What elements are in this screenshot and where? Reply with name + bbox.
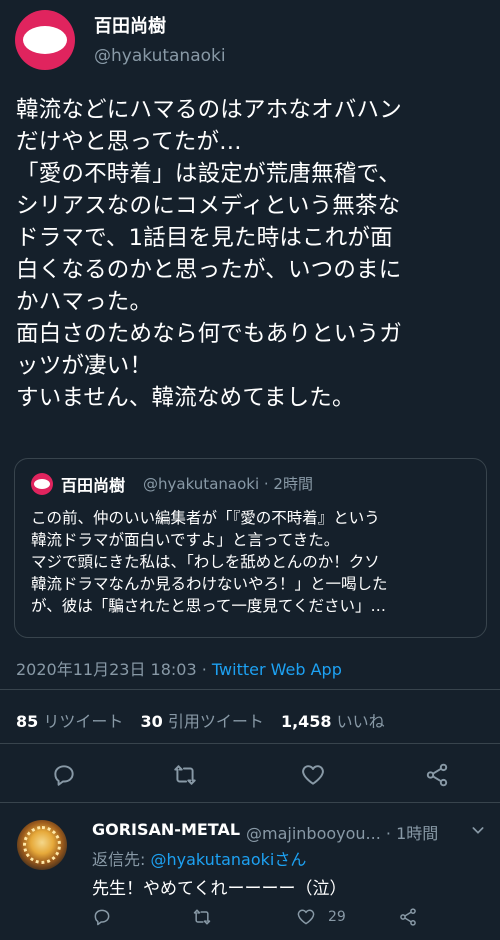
like-icon[interactable] [296,907,316,927]
tweet-timestamp: 2020年11月23日 18:03 · Twitter Web App [16,656,342,680]
likes-label[interactable]: いいね [337,712,385,731]
reply-icon[interactable] [92,907,112,927]
quoted-tweet[interactable]: 百田尚樹 @hyakutanaoki · 2時間 この前、仲のいい編集者が「『愛… [14,458,487,638]
quotes-label[interactable]: 引用ツイート [168,712,264,731]
tweet-actions [0,758,500,792]
retweet-icon[interactable] [192,907,212,927]
reply-to-suffix: さん [274,850,307,869]
like-icon[interactable] [300,762,326,788]
share-icon[interactable] [398,907,418,927]
chevron-down-icon[interactable] [470,822,486,838]
tweet-text: 韓流などにハマるのはアホなオバハン だけやと思ってたが… 「愛の不時着」は設定が… [16,97,402,411]
author-handle[interactable]: @hyakutanaoki [94,46,226,66]
author-name[interactable]: 百田尚樹 [94,12,166,38]
reply-actions: 29 [0,905,500,931]
quotes-count[interactable]: 30 [140,712,162,731]
author-avatar[interactable] [15,10,75,70]
quoted-text: この前、仲のいい編集者が「『愛の不時着』という 韓流ドラマが面白いですよ」と言っ… [31,509,388,615]
divider [0,802,500,803]
reply-to-line: 返信先: @hyakutanaokiさん [92,846,306,870]
quoted-author-avatar [31,473,53,495]
reply-to-prefix: 返信先: [92,850,151,869]
source-app-link[interactable]: Twitter Web App [212,660,342,679]
divider [0,743,500,744]
retweets-label[interactable]: リツイート [43,712,123,731]
reply-text: 先生！やめてくれーーーー（泣） [92,879,347,899]
reply-to-handle[interactable]: @hyakutanaoki [150,850,274,869]
likes-count[interactable]: 1,458 [281,712,332,731]
tweet-stats: 85 リツイート 30 引用ツイート 1,458 いいね [16,708,397,732]
reply-author-name[interactable]: GORISAN-METAL [92,820,240,839]
quoted-meta: @hyakutanaoki · 2時間 [143,475,313,493]
reply-like-count: 29 [328,909,346,925]
timestamp-text[interactable]: 2020年11月23日 18:03 · [16,660,212,679]
reply-author-avatar[interactable] [17,820,67,870]
retweets-count[interactable]: 85 [16,712,38,731]
reply-meta[interactable]: @majinbooyou... · 1時間 [246,820,438,844]
share-icon[interactable] [424,762,450,788]
divider [0,689,500,690]
quoted-author-name: 百田尚樹 [61,476,126,495]
retweet-icon[interactable] [172,762,198,788]
reply-icon[interactable] [51,762,77,788]
